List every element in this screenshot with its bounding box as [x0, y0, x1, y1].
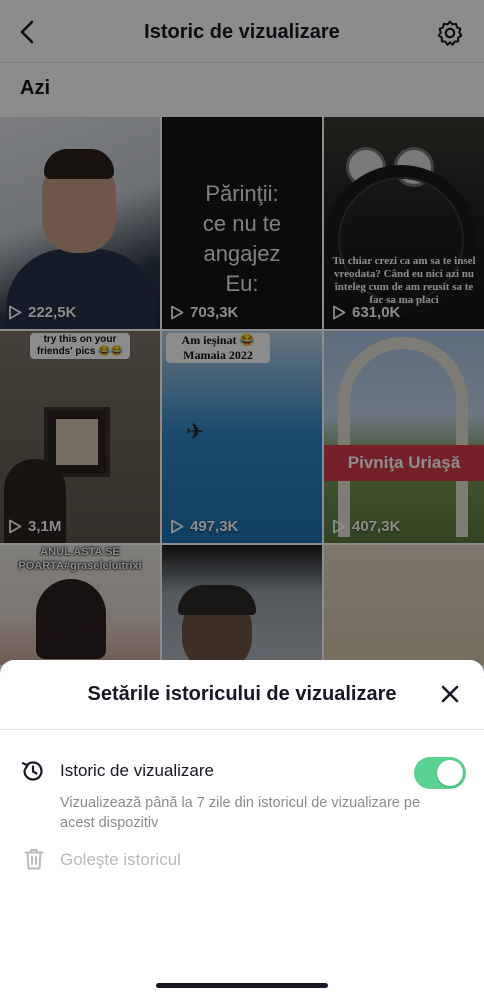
sheet-title: Setările istoricului de vizualizare [87, 683, 397, 705]
clear-history-button[interactable]: Goleşte istoricul [20, 848, 466, 874]
history-settings-sheet: Setările istoricului de vizualizare Isto… [0, 660, 484, 1000]
watch-history-label: Istoric de vizualizare [60, 761, 215, 780]
trash-icon [24, 849, 44, 870]
watch-history-toggle[interactable] [414, 757, 466, 789]
watch-history-setting: Istoric de vizualizare [20, 757, 466, 789]
toggle-knob [437, 760, 463, 786]
history-icon [21, 761, 43, 781]
clear-history-label: Goleşte istoricul [60, 850, 181, 869]
close-icon[interactable] [438, 682, 462, 706]
sheet-header: Setările istoricului de vizualizare [0, 660, 484, 730]
watch-history-description: Vizualizează până la 7 zile din istoricu… [60, 795, 421, 831]
home-indicator [156, 983, 328, 988]
